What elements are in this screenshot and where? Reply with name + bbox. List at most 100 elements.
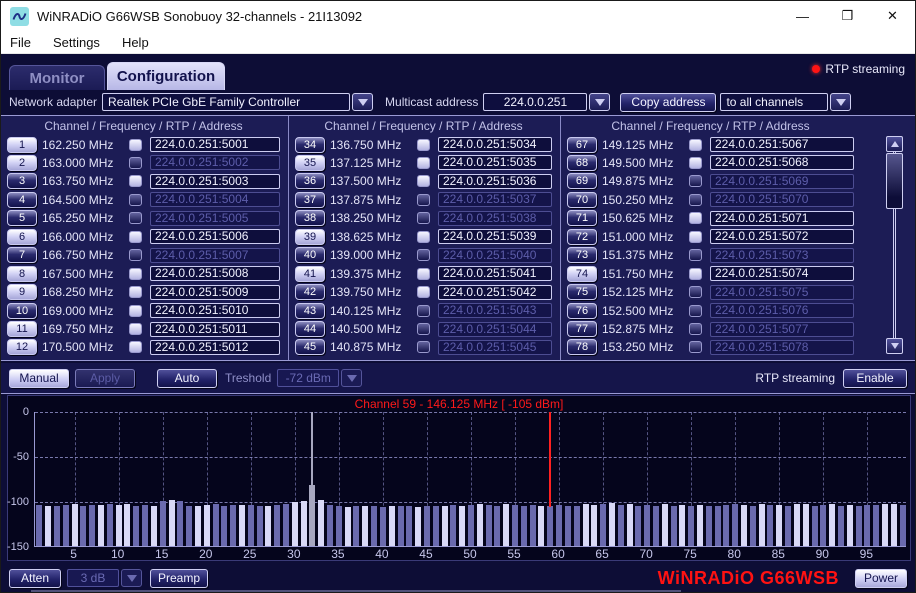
spectrum-bar[interactable] (406, 506, 412, 546)
rtp-checkbox[interactable] (689, 249, 702, 261)
channel-button[interactable]: 76 (567, 303, 597, 319)
channel-button[interactable]: 41 (295, 266, 325, 282)
spectrum-bar[interactable] (600, 504, 606, 546)
rtp-checkbox[interactable] (129, 268, 142, 280)
rtp-address-field[interactable]: 224.0.0.251:5069 (710, 174, 854, 189)
rtp-checkbox[interactable] (689, 231, 702, 243)
spectrum-bar[interactable] (89, 505, 95, 546)
rtp-address-field[interactable]: 224.0.0.251:5008 (150, 266, 280, 281)
rtp-address-field[interactable]: 224.0.0.251:5012 (150, 340, 280, 355)
rtp-address-field[interactable]: 224.0.0.251:5004 (150, 192, 280, 207)
spectrum-bar[interactable] (627, 504, 633, 546)
spectrum-bar[interactable] (239, 505, 245, 546)
spectrum-bar[interactable] (186, 506, 192, 547)
spectrum-bar[interactable] (794, 504, 800, 546)
rtp-checkbox[interactable] (689, 341, 702, 353)
spectrum-bar[interactable] (248, 505, 254, 546)
channel-button[interactable]: 68 (567, 155, 597, 171)
spectrum-bar[interactable] (151, 506, 157, 546)
rtp-checkbox[interactable] (689, 305, 702, 317)
spectrum-bar[interactable] (415, 507, 421, 546)
spectrum-bar[interactable] (750, 506, 756, 547)
close-button[interactable]: ✕ (870, 1, 915, 31)
rtp-checkbox[interactable] (129, 157, 142, 169)
network-adapter-field[interactable]: Realtek PCIe GbE Family Controller (102, 93, 350, 111)
rtp-checkbox[interactable] (417, 175, 430, 187)
spectrum-bar[interactable] (723, 505, 729, 546)
channel-button[interactable]: 7 (7, 247, 37, 263)
channel-button[interactable]: 40 (295, 247, 325, 263)
rtp-address-field[interactable]: 224.0.0.251:5043 (438, 303, 552, 318)
spectrum-bar[interactable] (653, 506, 659, 546)
spectrum-bar[interactable] (591, 505, 597, 546)
rtp-checkbox[interactable] (129, 286, 142, 298)
rtp-checkbox[interactable] (689, 286, 702, 298)
rtp-checkbox[interactable] (689, 268, 702, 280)
channel-button[interactable]: 4 (7, 192, 37, 208)
channel-button[interactable]: 43 (295, 303, 325, 319)
channel-button[interactable]: 67 (567, 137, 597, 153)
spectrum-bar[interactable] (512, 505, 518, 546)
spectrum-bar[interactable] (812, 506, 818, 547)
spectrum-bar[interactable] (556, 505, 562, 546)
channel-button[interactable]: 70 (567, 192, 597, 208)
rtp-address-field[interactable]: 224.0.0.251:5042 (438, 285, 552, 300)
manual-button[interactable]: Manual (9, 369, 69, 388)
channel-button[interactable]: 38 (295, 210, 325, 226)
rtp-checkbox[interactable] (129, 341, 142, 353)
tab-configuration[interactable]: Configuration (107, 62, 225, 90)
spectrum-bar[interactable] (671, 506, 677, 547)
rtp-checkbox[interactable] (417, 249, 430, 261)
network-adapter-dropdown-button[interactable] (352, 93, 373, 111)
channel-button[interactable]: 1 (7, 137, 37, 153)
rtp-address-field[interactable]: 224.0.0.251:5072 (710, 229, 854, 244)
channel-button[interactable]: 12 (7, 339, 37, 355)
spectrum-bar[interactable] (715, 506, 721, 546)
spectrum-bar[interactable] (882, 504, 888, 546)
spectrum-bar[interactable] (353, 506, 359, 546)
spectrum-bar[interactable] (169, 500, 175, 546)
spectrum-bar[interactable] (503, 504, 509, 546)
rtp-address-field[interactable]: 224.0.0.251:5040 (438, 248, 552, 263)
rtp-address-field[interactable]: 224.0.0.251:5037 (438, 192, 552, 207)
rtp-address-field[interactable]: 224.0.0.251:5074 (710, 266, 854, 281)
rtp-address-field[interactable]: 224.0.0.251:5002 (150, 155, 280, 170)
spectrum-bar[interactable] (327, 505, 333, 546)
spectrum-bar[interactable] (345, 507, 351, 546)
rtp-address-field[interactable]: 224.0.0.251:5035 (438, 155, 552, 170)
rtp-address-field[interactable]: 224.0.0.251:5044 (438, 322, 552, 337)
rtp-address-field[interactable]: 224.0.0.251:5039 (438, 229, 552, 244)
spectrum-bar[interactable] (829, 504, 835, 546)
spectrum-bar[interactable] (468, 505, 474, 546)
copy-target-dropdown-button[interactable] (830, 93, 851, 111)
spectrum-bar[interactable] (301, 501, 307, 546)
channel-button[interactable]: 11 (7, 321, 37, 337)
rtp-checkbox[interactable] (417, 286, 430, 298)
rtp-checkbox[interactable] (417, 268, 430, 280)
rtp-checkbox[interactable] (689, 323, 702, 335)
rtp-checkbox[interactable] (689, 139, 702, 151)
spectrum-bar[interactable] (530, 505, 536, 546)
rtp-checkbox[interactable] (417, 212, 430, 224)
spectrum-bar[interactable] (274, 505, 280, 546)
channel-button[interactable]: 8 (7, 266, 37, 282)
rtp-address-field[interactable]: 224.0.0.251:5076 (710, 303, 854, 318)
spectrum-bar[interactable] (759, 504, 765, 546)
rtp-checkbox[interactable] (417, 231, 430, 243)
spectrum-bar[interactable] (618, 505, 624, 546)
channel-button[interactable]: 10 (7, 303, 37, 319)
rtp-checkbox[interactable] (417, 323, 430, 335)
rtp-checkbox[interactable] (417, 139, 430, 151)
spectrum-bar[interactable] (776, 505, 782, 546)
spectrum-bar[interactable] (195, 506, 201, 546)
spectrum-bar[interactable] (635, 506, 641, 547)
treshold-dropdown-button[interactable] (341, 369, 362, 387)
scroll-down-button[interactable] (886, 338, 903, 354)
channel-button[interactable]: 73 (567, 247, 597, 263)
preamp-button[interactable]: Preamp (150, 569, 208, 588)
rtp-address-field[interactable]: 224.0.0.251:5011 (150, 322, 280, 337)
atten-value-field[interactable]: 3 dB (67, 569, 119, 587)
channel-button[interactable]: 74 (567, 266, 597, 282)
rtp-checkbox[interactable] (129, 323, 142, 335)
spectrum-bar[interactable] (741, 505, 747, 546)
